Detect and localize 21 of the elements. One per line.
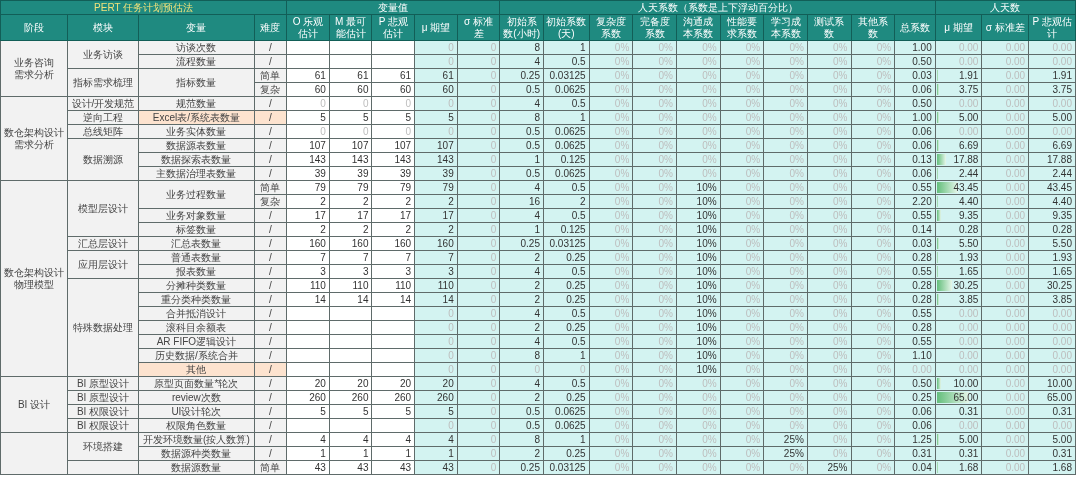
- phase-label: 业务咨询需求分析: [0, 40, 68, 97]
- variable-label: 指标数量: [138, 68, 255, 97]
- module-label: 模型层设计: [67, 180, 139, 237]
- column-header: 变量: [138, 14, 255, 41]
- module-label: 数据溯源: [67, 138, 139, 181]
- empty-cell: [0, 432, 68, 475]
- variable-label: 业务过程数量: [138, 180, 255, 209]
- group-header: PERT 任务计划预估法: [0, 0, 287, 15]
- phase-label: 数仓架构设计物理模型: [0, 180, 68, 377]
- column-header: 阶段: [0, 14, 68, 41]
- group-header: 人天数: [935, 0, 1076, 15]
- module-label: 指标需求梳理: [67, 68, 139, 97]
- module-label: 业务访谈: [67, 40, 139, 69]
- group-header: 人天系数（系数是上下浮动百分比）: [499, 0, 936, 15]
- group-header: 变量值: [286, 0, 500, 15]
- module-label: 应用层设计: [67, 250, 139, 279]
- module-label: 环境搭建: [67, 432, 139, 461]
- phase-label: 数仓架构设计需求分析: [0, 96, 68, 181]
- module-label: 特殊数据处理: [67, 278, 139, 377]
- phase-label: BI 设计: [0, 376, 68, 433]
- column-header: 模块: [67, 14, 139, 41]
